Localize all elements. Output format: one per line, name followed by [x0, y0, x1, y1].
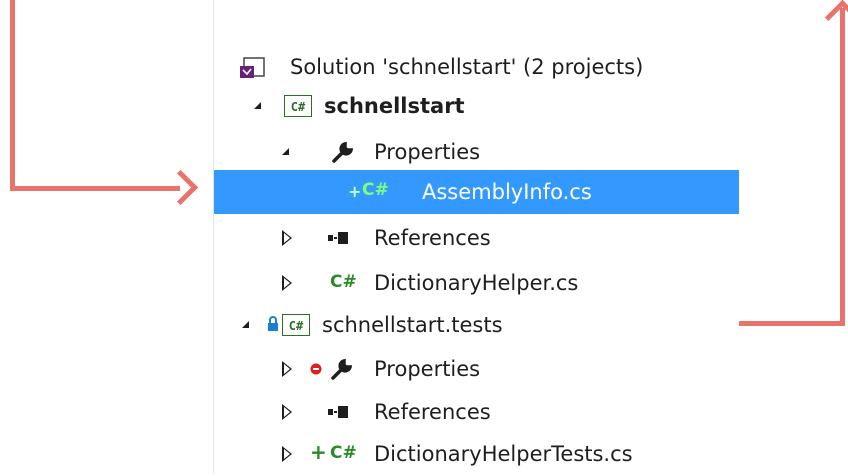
wrench-icon — [332, 141, 354, 163]
lock-icon — [268, 316, 278, 331]
dictionaryhelpertests-label: DictionaryHelperTests.cs — [374, 442, 633, 466]
tree-item-assemblyinfo[interactable]: + C# AssemblyInfo.cs — [214, 170, 739, 214]
expand-arrow-icon[interactable] — [254, 102, 261, 109]
collapse-arrow-icon[interactable] — [282, 404, 292, 420]
tree-item-references[interactable]: References — [214, 216, 739, 260]
minus-icon — [310, 363, 322, 375]
expand-arrow-icon[interactable] — [242, 321, 249, 328]
visual-studio-solution-icon — [240, 57, 265, 78]
references-icon — [328, 406, 352, 418]
wrench-icon — [331, 358, 353, 380]
collapse-arrow-icon[interactable] — [282, 230, 292, 246]
references-label: References — [374, 400, 491, 424]
references-icon — [328, 232, 352, 244]
tree-item-properties[interactable]: Properties — [214, 130, 739, 174]
tree-item-tests-properties[interactable]: Properties — [214, 347, 739, 391]
plus-icon: + — [310, 440, 327, 464]
collapse-arrow-icon[interactable] — [282, 361, 292, 377]
assemblyinfo-label: AssemblyInfo.cs — [422, 180, 592, 204]
project-name: schnellstart.tests — [322, 313, 503, 337]
expand-arrow-icon[interactable] — [282, 148, 289, 155]
collapse-arrow-icon[interactable] — [282, 275, 292, 291]
tree-item-project-schnellstart[interactable]: C# schnellstart — [214, 84, 739, 128]
properties-label: Properties — [374, 140, 481, 164]
dictionaryhelper-label: DictionaryHelper.cs — [374, 271, 579, 295]
csharp-project-icon: C# — [284, 95, 312, 117]
tree-item-solution[interactable]: Solution 'schnellstart' (2 projects) — [214, 45, 739, 89]
references-label: References — [374, 226, 491, 250]
csharp-file-icon: C# — [330, 272, 357, 292]
tree-item-dictionaryhelper[interactable]: C# DictionaryHelper.cs — [214, 261, 739, 305]
properties-label: Properties — [374, 357, 481, 381]
collapse-arrow-icon[interactable] — [282, 446, 292, 462]
solution-explorer-tree: Solution 'schnellstart' (2 projects) C# … — [213, 0, 739, 473]
csharp-file-icon: C# — [330, 443, 357, 463]
csharp-file-icon: C# — [362, 180, 389, 200]
solution-label: Solution 'schnellstart' (2 projects) — [290, 55, 644, 79]
tree-item-tests-references[interactable]: References — [214, 390, 739, 434]
project-name: schnellstart — [324, 94, 465, 118]
tree-item-project-schnellstart-tests[interactable]: C# schnellstart.tests — [214, 303, 739, 347]
plus-icon: + — [348, 182, 362, 201]
csharp-project-icon: C# — [282, 314, 310, 336]
tree-item-dictionaryhelpertests[interactable]: + C# DictionaryHelperTests.cs — [214, 432, 739, 476]
